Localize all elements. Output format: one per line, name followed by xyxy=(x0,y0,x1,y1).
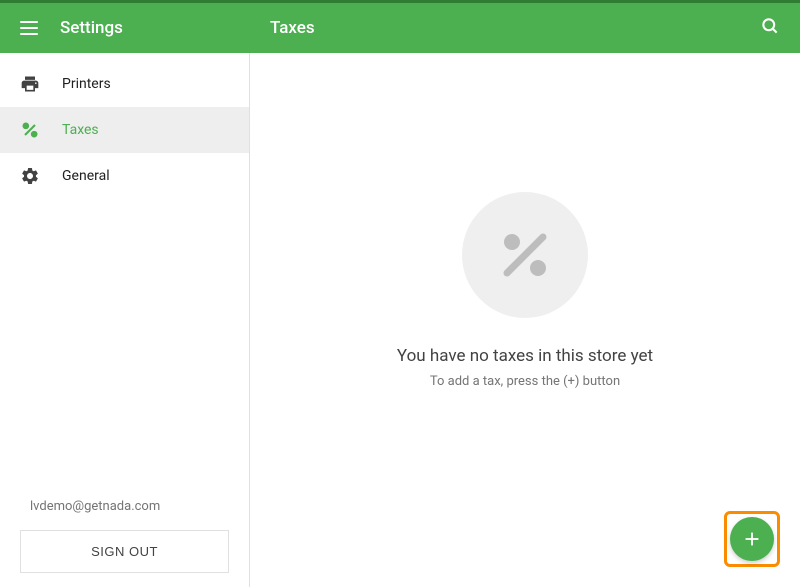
gear-icon xyxy=(20,166,40,186)
header-left: Settings xyxy=(0,3,250,53)
sidebar-item-label: Printers xyxy=(62,76,111,92)
sidebar-item-printers[interactable]: Printers xyxy=(0,61,249,107)
content-area: Printers Taxes xyxy=(0,53,800,587)
header-page-title: Taxes xyxy=(270,18,315,38)
empty-state: You have no taxes in this store yet To a… xyxy=(397,192,653,389)
sidebar-footer: lvdemo@getnada.com SIGN OUT xyxy=(0,485,249,587)
sidebar-item-label: Taxes xyxy=(62,122,99,138)
plus-icon xyxy=(741,528,763,550)
header-settings-title: Settings xyxy=(60,18,123,38)
printer-icon xyxy=(20,74,40,94)
signout-button[interactable]: SIGN OUT xyxy=(20,530,229,573)
add-tax-fab-button[interactable] xyxy=(730,517,774,561)
sidebar-item-general[interactable]: General xyxy=(0,153,249,199)
empty-state-percent-icon xyxy=(462,192,588,318)
fab-highlight-border xyxy=(724,511,780,567)
hamburger-menu-icon[interactable] xyxy=(20,21,38,35)
header-right: Taxes xyxy=(250,3,800,53)
app-header: Settings Taxes xyxy=(0,3,800,53)
main-content: You have no taxes in this store yet To a… xyxy=(250,53,800,587)
search-icon[interactable] xyxy=(760,16,780,40)
empty-state-title: You have no taxes in this store yet xyxy=(397,346,653,366)
user-email: lvdemo@getnada.com xyxy=(20,499,229,514)
sidebar-item-label: General xyxy=(62,168,110,184)
percent-icon xyxy=(20,120,40,140)
sidebar-item-taxes[interactable]: Taxes xyxy=(0,107,249,153)
empty-state-subtitle: To add a tax, press the (+) button xyxy=(430,374,620,389)
sidebar: Printers Taxes xyxy=(0,53,250,587)
sidebar-items: Printers Taxes xyxy=(0,53,249,485)
